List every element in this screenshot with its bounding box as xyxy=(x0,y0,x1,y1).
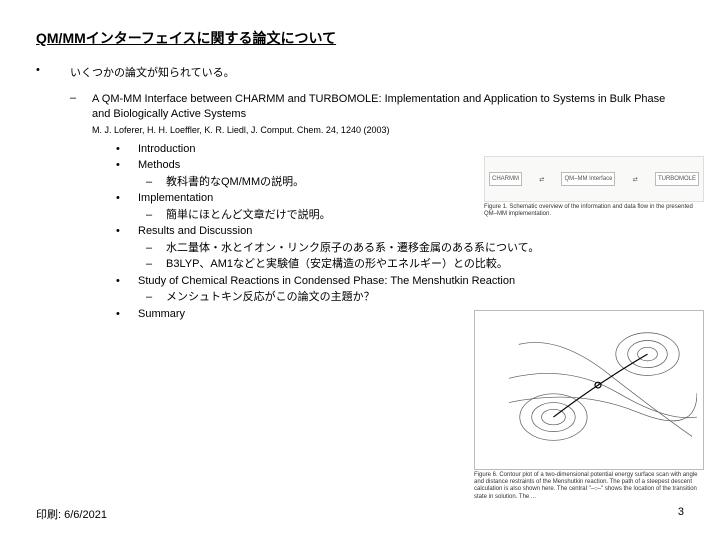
section-item: • Results and Discussion xyxy=(116,223,684,240)
section-results: Results and Discussion xyxy=(138,223,252,240)
contour-plot-icon xyxy=(499,325,697,451)
dash-marker: – xyxy=(146,289,166,306)
print-date: 印刷: 6/6/2021 xyxy=(36,506,107,522)
fig1-left-module: CHARMM xyxy=(489,172,522,186)
fig1-mid-module: QM–MM Interface xyxy=(561,172,615,186)
bullet-marker: • xyxy=(36,64,70,80)
slide-page: QM/MMインターフェイスに関する論文について • いくつかの論文が知られている… xyxy=(0,0,720,540)
fig1-right-module: TURBOMOLE xyxy=(655,172,699,186)
bullet-marker: • xyxy=(116,273,138,290)
section-methods: Methods xyxy=(138,157,180,174)
implementation-note: 簡単にほとんど文章だけで説明。 xyxy=(166,207,331,224)
section-summary: Summary xyxy=(138,306,185,323)
dash-marker: – xyxy=(146,207,166,224)
paper-title: A QM-MM Interface between CHARMM and TUR… xyxy=(92,92,684,122)
bullet-marker: • xyxy=(116,190,138,207)
sub-item: – メンシュトキン反応がこの論文の主題か？ xyxy=(146,289,684,306)
sub-item: – 水二量体・水とイオン・リンク原子のある系・遷移金属のある系について。 xyxy=(146,240,684,257)
bullet-intro: • いくつかの論文が知られている。 xyxy=(36,64,684,80)
section-item: • Study of Chemical Reactions in Condens… xyxy=(116,273,684,290)
bullet-marker: • xyxy=(116,141,138,158)
dash-marker: – xyxy=(146,240,166,257)
bullet-marker: • xyxy=(116,157,138,174)
sub-item: – B3LYP、AM1などと実験値（安定構造の形やエネルギー）との比較。 xyxy=(146,256,684,273)
paper-entry: – A QM-MM Interface between CHARMM and T… xyxy=(70,92,684,122)
figure-2: Figure 6. Contour plot of a two-dimensio… xyxy=(474,310,704,501)
section-implementation: Implementation xyxy=(138,190,213,207)
results-note-a: 水二量体・水とイオン・リンク原子のある系・遷移金属のある系について。 xyxy=(166,240,539,257)
figure-1-diagram: CHARMM ⇄ QM–MM Interface ⇄ TURBOMOLE xyxy=(484,156,704,202)
results-note-b: B3LYP、AM1などと実験値（安定構造の形やエネルギー）との比較。 xyxy=(166,256,508,273)
figure-1-caption: Figure 1. Schematic overview of the info… xyxy=(484,204,704,218)
page-number: 3 xyxy=(678,506,684,522)
intro-text: いくつかの論文が知られている。 xyxy=(70,64,235,80)
section-item: • Introduction xyxy=(116,141,684,158)
methods-note: 教科書的なQM/MMの説明。 xyxy=(166,174,304,191)
dash-marker: – xyxy=(146,256,166,273)
dash-marker: – xyxy=(146,174,166,191)
bullet-marker: • xyxy=(116,306,138,323)
bullet-marker: • xyxy=(116,223,138,240)
figure-2-plot xyxy=(474,310,704,470)
menshutkin-note: メンシュトキン反応がこの論文の主題か？ xyxy=(166,289,375,306)
paper-citation: M. J. Loferer, H. H. Loeffler, K. R. Lie… xyxy=(92,125,684,135)
arrow-icon: ⇄ xyxy=(539,176,544,183)
arrow-icon: ⇄ xyxy=(633,176,638,183)
page-title: QM/MMインターフェイスに関する論文について xyxy=(36,28,684,48)
section-introduction: Introduction xyxy=(138,141,195,158)
dash-marker: – xyxy=(70,92,92,122)
footer: 印刷: 6/6/2021 3 xyxy=(36,506,684,522)
figure-2-caption: Figure 6. Contour plot of a two-dimensio… xyxy=(474,472,704,501)
figure-1: CHARMM ⇄ QM–MM Interface ⇄ TURBOMOLE Fig… xyxy=(484,156,704,218)
section-menshutkin: Study of Chemical Reactions in Condensed… xyxy=(138,273,515,290)
